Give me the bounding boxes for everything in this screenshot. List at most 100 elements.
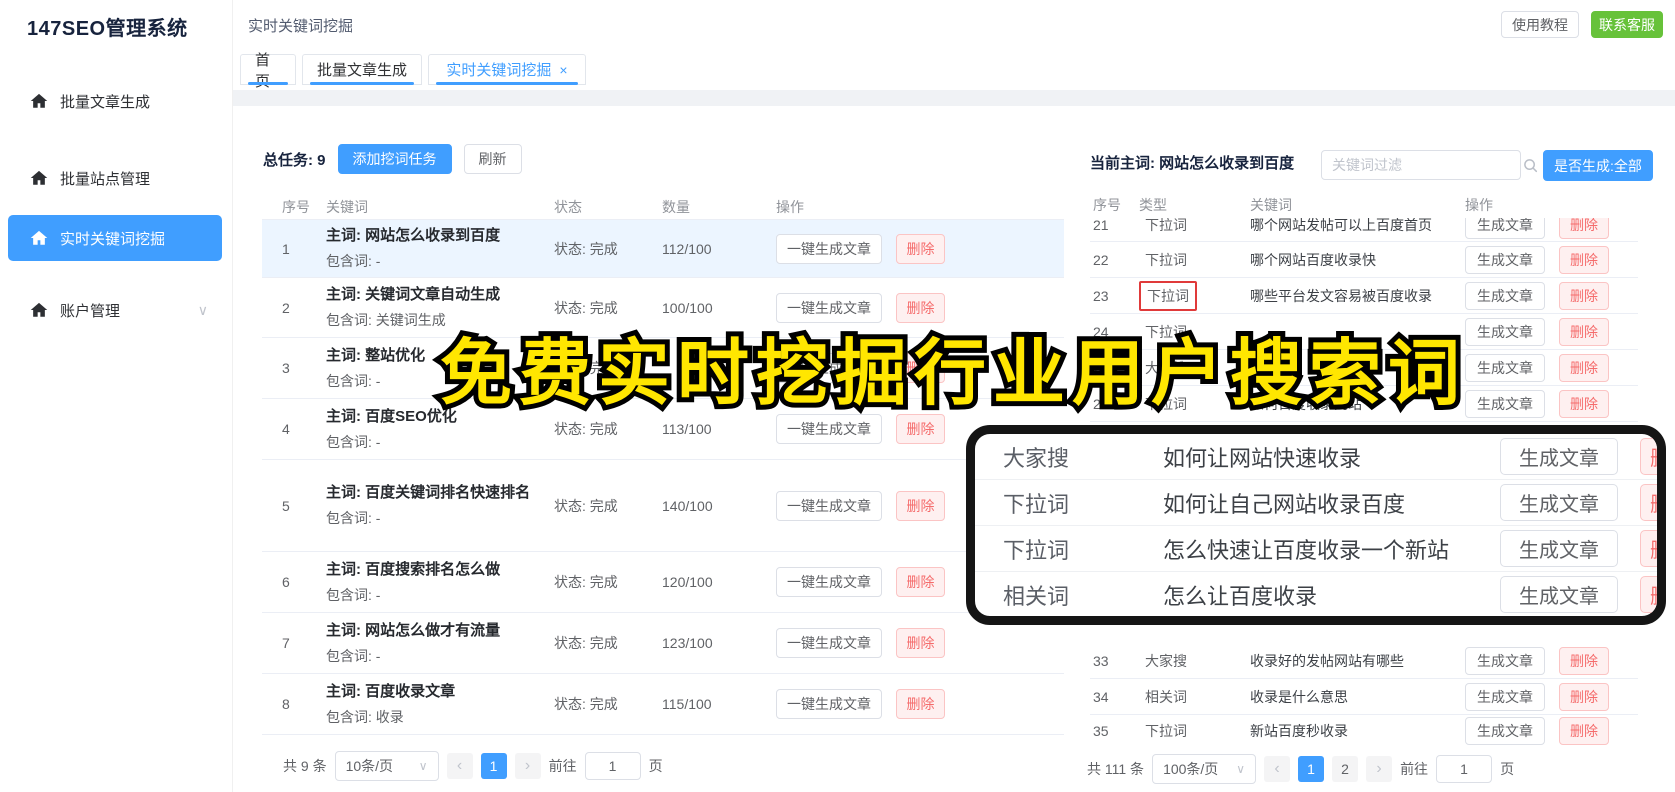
tab-keyword-mining[interactable]: 实时关键词挖掘 × xyxy=(428,54,586,85)
delete-button[interactable]: 删除 xyxy=(1559,281,1609,310)
generate-article-button[interactable]: 一键生成文章 xyxy=(776,353,882,383)
delete-button[interactable]: 删除 xyxy=(1559,317,1609,346)
task-keyword-cell: 主词: 百度关键词排名快速排名 包含词: - xyxy=(326,483,554,528)
tab-home[interactable]: 首页 xyxy=(240,52,296,90)
generate-article-button[interactable]: 一键生成文章 xyxy=(776,414,882,444)
generate-article-button[interactable]: 生成文章 xyxy=(1500,576,1618,613)
sidebar-item-2[interactable]: 批量站点管理 xyxy=(8,155,222,201)
generate-article-button[interactable]: 一键生成文章 xyxy=(776,233,882,264)
row-index: 5 xyxy=(282,497,290,514)
task-table-header: 序号 关键词 状态 数量 操作 xyxy=(262,194,1064,220)
page-number-1[interactable]: 1 xyxy=(1298,756,1325,782)
generate-all-button[interactable]: 是否生成:全部 xyxy=(1543,150,1653,181)
generate-article-button[interactable]: 生成文章 xyxy=(1465,716,1545,745)
generate-article-button[interactable]: 生成文章 xyxy=(1500,438,1618,475)
keyword-type-cell: 相关词 xyxy=(1139,684,1250,710)
help-button[interactable]: 使用教程 xyxy=(1501,11,1579,38)
magnifier-icon xyxy=(1523,158,1538,173)
generate-article-button[interactable]: 生成文章 xyxy=(1465,317,1545,346)
delete-button[interactable]: 删除 xyxy=(1640,576,1657,613)
keyword-type: 下拉词 xyxy=(1145,323,1187,340)
page-number-1[interactable]: 1 xyxy=(480,753,507,779)
sidebar-item-label: 实时关键词挖掘 xyxy=(60,230,166,248)
delete-button[interactable]: 删除 xyxy=(1640,530,1657,567)
delete-button[interactable]: 删除 xyxy=(1559,389,1609,418)
delete-button[interactable]: 删除 xyxy=(896,414,945,444)
row-index: 8 xyxy=(282,696,290,712)
delete-button[interactable]: 删除 xyxy=(1559,646,1609,675)
generate-article-button[interactable]: 生成文章 xyxy=(1465,389,1545,418)
delete-button[interactable]: 删除 xyxy=(1559,245,1609,274)
keyword-row: 22 下拉词 哪个网站百度收录快 生成文章 删除 xyxy=(1090,242,1638,278)
delete-button[interactable]: 删除 xyxy=(896,689,945,719)
keyword-type-cell: 下拉词 xyxy=(1139,280,1250,311)
delete-button[interactable]: 删除 xyxy=(1559,353,1609,382)
breadcrumb: 实时关键词挖掘 xyxy=(248,18,354,35)
delete-button[interactable]: 删除 xyxy=(896,292,945,323)
task-row: 3 主词: 整站优化 包含词: - 状态: 完成 一键生成文章 删除 xyxy=(262,338,1064,399)
keyword-actions: 生成文章删除 xyxy=(1465,218,1638,239)
generate-article-button[interactable]: 一键生成文章 xyxy=(776,628,882,658)
generate-article-button[interactable]: 生成文章 xyxy=(1465,245,1545,274)
keyword-type: 大家搜 xyxy=(1003,445,1070,471)
next-page-button[interactable]: › xyxy=(1366,756,1393,782)
delete-button[interactable]: 删除 xyxy=(896,353,945,383)
generate-article-button[interactable]: 生成文章 xyxy=(1500,530,1618,567)
delete-button[interactable]: 删除 xyxy=(896,628,945,658)
generate-article-button[interactable]: 生成文章 xyxy=(1500,484,1618,521)
home-icon xyxy=(30,92,48,110)
generate-article-button[interactable]: 一键生成文章 xyxy=(776,490,882,521)
generate-article-button[interactable]: 生成文章 xyxy=(1465,646,1545,675)
prev-page-button[interactable]: ‹ xyxy=(446,753,473,779)
sidebar-item-3[interactable]: 实时关键词挖掘 xyxy=(8,215,222,261)
delete-button[interactable]: 删除 xyxy=(896,567,945,597)
prev-page-button[interactable]: ‹ xyxy=(1264,756,1291,782)
generate-article-button[interactable]: 生成文章 xyxy=(1465,281,1545,310)
row-index: 3 xyxy=(282,360,290,376)
add-task-button[interactable]: 添加挖词任务 xyxy=(337,144,452,174)
task-title: 主词: 百度SEO优化 xyxy=(326,407,457,425)
generate-article-button[interactable]: 生成文章 xyxy=(1465,682,1545,711)
delete-button[interactable]: 删除 xyxy=(1559,682,1609,711)
delete-button[interactable]: 删除 xyxy=(1640,484,1657,521)
generate-article-button[interactable]: 生成文章 xyxy=(1465,218,1545,239)
keyword-actions: 生成文章删除 xyxy=(1500,438,1657,475)
keyword-filter-input[interactable] xyxy=(1322,157,1523,173)
home-icon xyxy=(30,169,48,187)
keyword-type: 下拉词 xyxy=(1003,537,1070,563)
task-title: 主词: 百度关键词排名快速排名 xyxy=(326,484,531,501)
row-index: 21 xyxy=(1093,218,1109,233)
keyword-actions: 生成文章删除 xyxy=(1465,245,1638,274)
generate-article-button[interactable]: 一键生成文章 xyxy=(776,689,882,719)
keyword-type-cell: 下拉词 xyxy=(1139,319,1250,345)
page-size-select[interactable]: 10条/页 ∨ xyxy=(334,751,439,781)
page-size-select[interactable]: 100条/页 ∨ xyxy=(1152,754,1257,784)
refresh-button[interactable]: 刷新 xyxy=(463,144,522,174)
keyword-type: 下拉词 xyxy=(1145,395,1187,412)
generate-article-button[interactable]: 一键生成文章 xyxy=(776,567,882,597)
delete-button[interactable]: 删除 xyxy=(1559,716,1609,745)
goto-page-input[interactable] xyxy=(1436,755,1493,783)
keyword-type: 下拉词 xyxy=(1003,491,1070,517)
goto-page-input[interactable] xyxy=(584,752,641,780)
next-page-button[interactable]: › xyxy=(514,753,541,779)
zoomed-keyword-row: 下拉词 如何让自己网站收录百度 生成文章删除 xyxy=(975,480,1657,526)
delete-button[interactable]: 删除 xyxy=(1640,438,1657,475)
generate-article-button[interactable]: 生成文章 xyxy=(1465,353,1545,382)
chevron-down-icon[interactable]: ∨ xyxy=(198,302,208,319)
delete-button[interactable]: 删除 xyxy=(896,490,945,521)
generate-article-button[interactable]: 一键生成文章 xyxy=(776,292,882,323)
tab-batch-article[interactable]: 批量文章生成 xyxy=(302,54,422,85)
contact-support-button[interactable]: 联系客服 xyxy=(1591,11,1663,38)
delete-button[interactable]: 删除 xyxy=(896,233,945,264)
task-quantity: 115/100 xyxy=(662,696,712,712)
keyword-row: 35 下拉词 新站百度秒收录 生成文章 删除 xyxy=(1090,715,1638,746)
sidebar-item-1[interactable]: 批量文章生成 xyxy=(8,78,222,124)
tab-close-icon[interactable]: × xyxy=(559,62,567,78)
keyword-filter-field xyxy=(1321,150,1538,180)
keyword-text: 收录好的发帖网站有哪些 xyxy=(1250,652,1404,669)
keyword-actions: 生成文章删除 xyxy=(1500,530,1657,567)
page-number-2[interactable]: 2 xyxy=(1332,756,1359,782)
sidebar-item-4[interactable]: 账户管理 ∨ xyxy=(8,287,222,333)
delete-button[interactable]: 删除 xyxy=(1559,218,1609,239)
